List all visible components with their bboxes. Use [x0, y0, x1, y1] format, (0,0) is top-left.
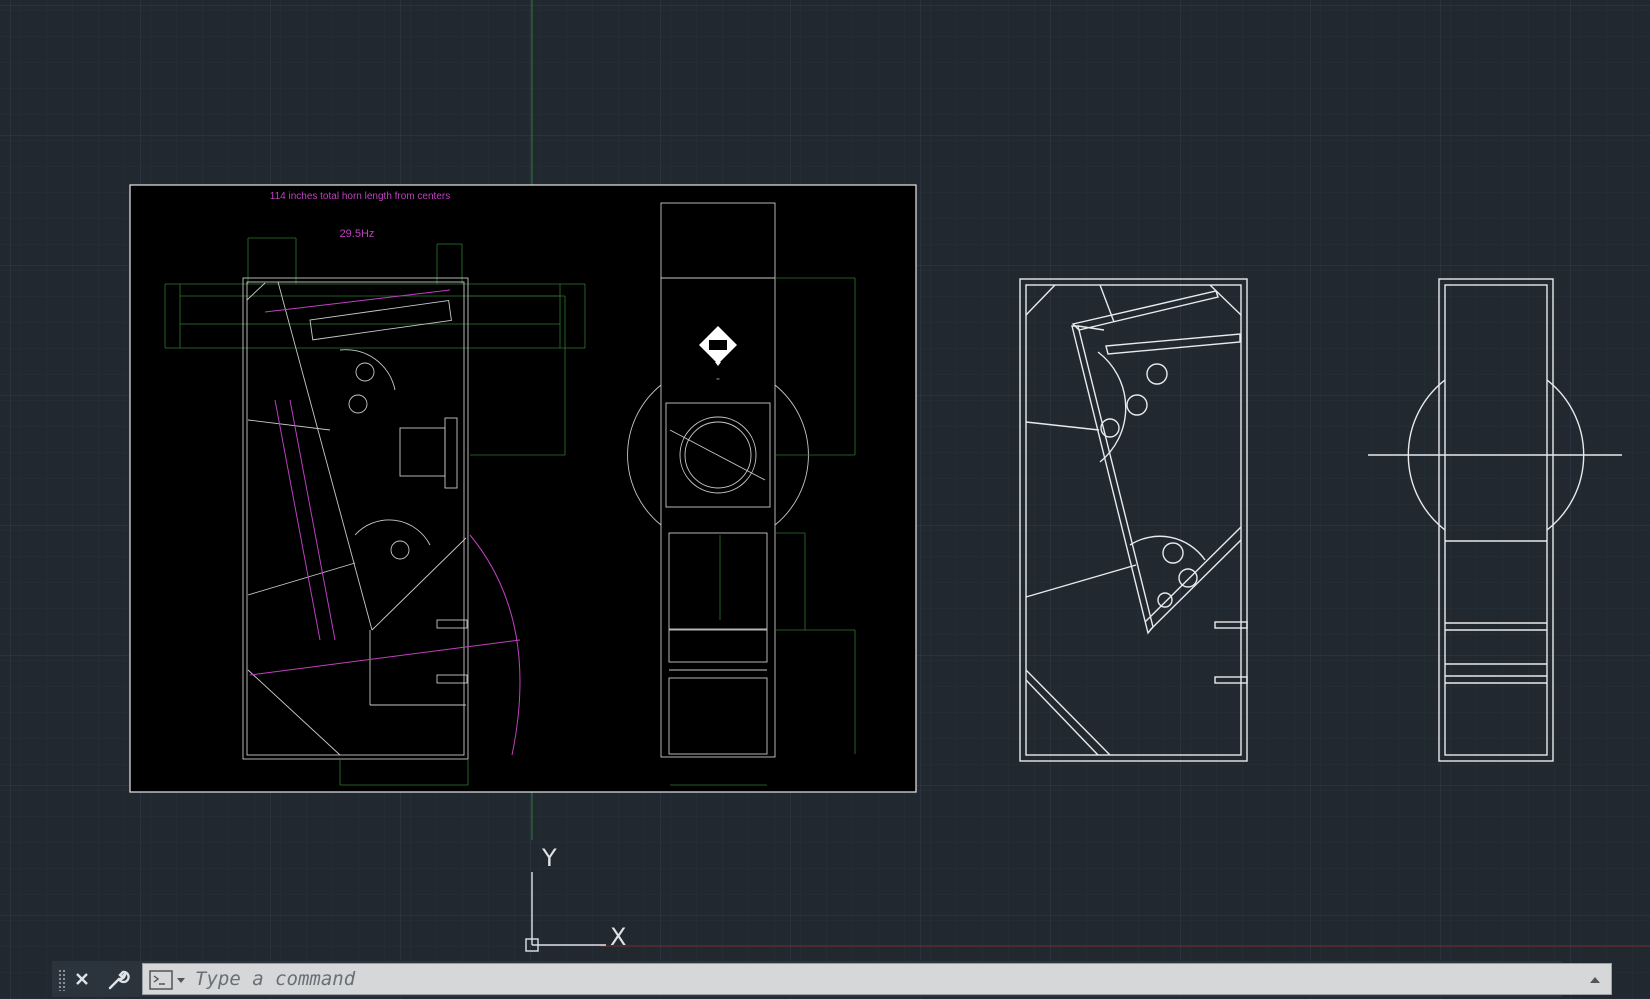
ucs-y-label: Y [541, 844, 557, 872]
reference-image[interactable]: 114 inches total horn length from center… [129, 184, 917, 793]
ucs-x-label: X [610, 923, 626, 951]
wrench-icon[interactable] [104, 965, 132, 993]
drawing-canvas[interactable]: 114 inches total horn length from center… [0, 0, 1650, 999]
model-space[interactable]: 114 inches total horn length from center… [0, 0, 1650, 999]
frequency-note: 29.5Hz [340, 228, 375, 240]
command-input[interactable] [195, 967, 1535, 991]
grip-icon[interactable] [58, 969, 66, 991]
command-input-box[interactable] [142, 963, 1612, 995]
horn-length-note: 114 inches total horn length from center… [270, 191, 450, 202]
command-line-bar [52, 961, 1612, 997]
close-icon[interactable] [68, 965, 96, 993]
command-prompt-icon[interactable] [149, 969, 189, 991]
chevron-up-icon[interactable] [1587, 972, 1603, 988]
